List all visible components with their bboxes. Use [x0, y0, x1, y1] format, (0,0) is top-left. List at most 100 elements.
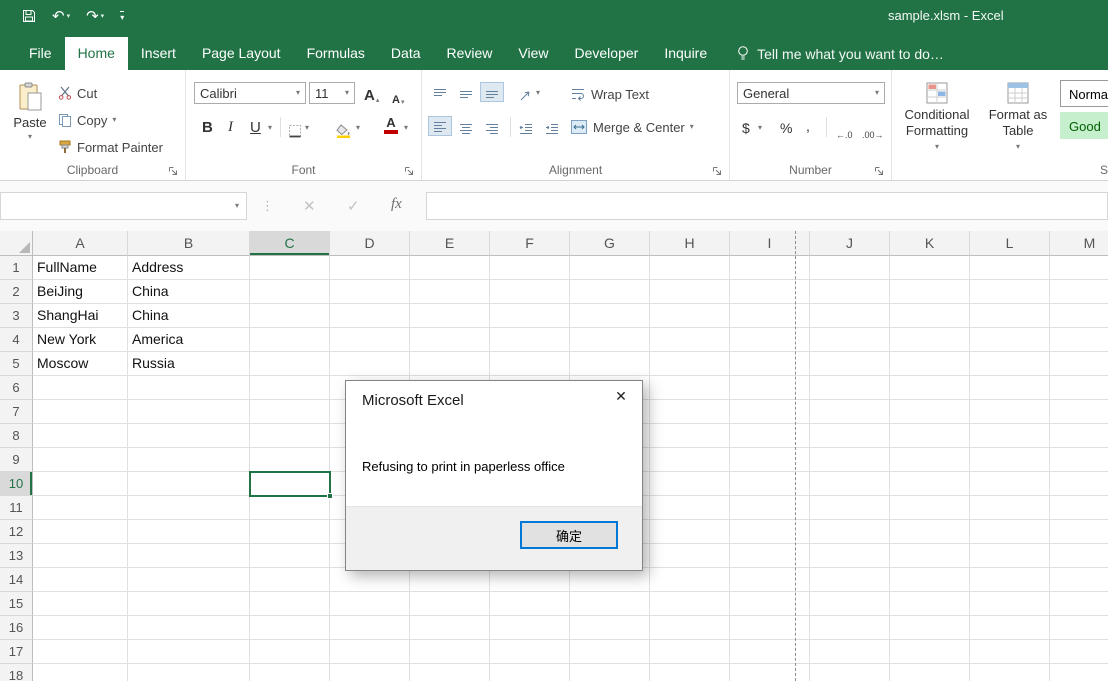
cell-D17[interactable] — [330, 640, 410, 664]
tab-inquire[interactable]: Inquire — [651, 37, 720, 70]
percent-style-button[interactable]: % — [780, 116, 792, 136]
cell-M9[interactable] — [1050, 448, 1108, 472]
cell-E17[interactable] — [410, 640, 490, 664]
cell-M5[interactable] — [1050, 352, 1108, 376]
cell-H15[interactable] — [650, 592, 730, 616]
cell-B6[interactable] — [128, 376, 250, 400]
cell-K14[interactable] — [890, 568, 970, 592]
cell-D18[interactable] — [330, 664, 410, 681]
cell-K11[interactable] — [890, 496, 970, 520]
cell-F18[interactable] — [490, 664, 570, 681]
decrease-indent-button[interactable] — [518, 117, 534, 137]
align-left-button[interactable] — [428, 116, 452, 136]
cell-G18[interactable] — [570, 664, 650, 681]
top-align-button[interactable] — [432, 83, 448, 103]
cell-M18[interactable] — [1050, 664, 1108, 681]
cell-L1[interactable] — [970, 256, 1050, 280]
save-button[interactable] — [22, 9, 36, 23]
customize-quick-access-button[interactable]: ▾ — [120, 11, 124, 22]
tab-view[interactable]: View — [505, 37, 561, 70]
cell-E4[interactable] — [410, 328, 490, 352]
cell-A12[interactable] — [33, 520, 128, 544]
cell-C7[interactable] — [250, 400, 330, 424]
italic-button[interactable]: I — [228, 116, 233, 136]
cell-J1[interactable] — [810, 256, 890, 280]
cell-H3[interactable] — [650, 304, 730, 328]
tell-me-box[interactable]: Tell me what you want to do… — [736, 37, 944, 70]
column-header-I[interactable]: I — [730, 231, 810, 256]
column-header-M[interactable]: M — [1050, 231, 1108, 256]
cell-M7[interactable] — [1050, 400, 1108, 424]
cell-M8[interactable] — [1050, 424, 1108, 448]
cell-H16[interactable] — [650, 616, 730, 640]
cell-E15[interactable] — [410, 592, 490, 616]
tab-home[interactable]: Home — [65, 37, 128, 70]
tab-page-layout[interactable]: Page Layout — [189, 37, 294, 70]
cell-L16[interactable] — [970, 616, 1050, 640]
cell-C11[interactable] — [250, 496, 330, 520]
cell-A5[interactable]: Moscow — [33, 352, 128, 376]
cell-L18[interactable] — [970, 664, 1050, 681]
cell-J17[interactable] — [810, 640, 890, 664]
cell-L2[interactable] — [970, 280, 1050, 304]
cell-J12[interactable] — [810, 520, 890, 544]
column-header-E[interactable]: E — [410, 231, 490, 256]
cell-M13[interactable] — [1050, 544, 1108, 568]
orientation-dropdown-icon[interactable]: ▾ — [536, 89, 540, 97]
cell-I5[interactable] — [730, 352, 810, 376]
cell-K15[interactable] — [890, 592, 970, 616]
cell-A11[interactable] — [33, 496, 128, 520]
cell-G14[interactable] — [570, 568, 650, 592]
cell-F16[interactable] — [490, 616, 570, 640]
increase-indent-button[interactable] — [544, 117, 560, 137]
cell-H2[interactable] — [650, 280, 730, 304]
row-header-15[interactable]: 15 — [0, 592, 33, 616]
cell-F5[interactable] — [490, 352, 570, 376]
cell-E5[interactable] — [410, 352, 490, 376]
cell-D4[interactable] — [330, 328, 410, 352]
orientation-button[interactable] — [518, 83, 534, 103]
cell-L9[interactable] — [970, 448, 1050, 472]
column-header-H[interactable]: H — [650, 231, 730, 256]
cell-E16[interactable] — [410, 616, 490, 640]
row-header-4[interactable]: 4 — [0, 328, 33, 352]
cell-J4[interactable] — [810, 328, 890, 352]
cell-K10[interactable] — [890, 472, 970, 496]
comma-style-button[interactable]: , — [806, 114, 810, 134]
cell-L8[interactable] — [970, 424, 1050, 448]
redo-button[interactable]: ↷ ▾ — [86, 9, 104, 24]
cell-A1[interactable]: FullName — [33, 256, 128, 280]
cell-C17[interactable] — [250, 640, 330, 664]
cell-K5[interactable] — [890, 352, 970, 376]
cell-H14[interactable] — [650, 568, 730, 592]
cell-J8[interactable] — [810, 424, 890, 448]
column-header-J[interactable]: J — [810, 231, 890, 256]
number-format-select[interactable]: General ▾ — [737, 82, 885, 104]
row-header-1[interactable]: 1 — [0, 256, 33, 280]
cell-C18[interactable] — [250, 664, 330, 681]
paste-button[interactable]: Paste ▾ — [6, 76, 54, 164]
format-painter-button[interactable]: Format Painter — [58, 136, 163, 158]
decrease-decimal-button[interactable]: .00→ — [862, 120, 884, 140]
cell-J13[interactable] — [810, 544, 890, 568]
row-header-12[interactable]: 12 — [0, 520, 33, 544]
row-header-11[interactable]: 11 — [0, 496, 33, 520]
cell-F3[interactable] — [490, 304, 570, 328]
cell-K1[interactable] — [890, 256, 970, 280]
cell-B18[interactable] — [128, 664, 250, 681]
cell-I15[interactable] — [730, 592, 810, 616]
cell-G2[interactable] — [570, 280, 650, 304]
cell-L15[interactable] — [970, 592, 1050, 616]
column-header-F[interactable]: F — [490, 231, 570, 256]
row-header-5[interactable]: 5 — [0, 352, 33, 376]
tab-developer[interactable]: Developer — [562, 37, 652, 70]
cell-I4[interactable] — [730, 328, 810, 352]
cell-H18[interactable] — [650, 664, 730, 681]
cell-A7[interactable] — [33, 400, 128, 424]
cell-G3[interactable] — [570, 304, 650, 328]
cell-F1[interactable] — [490, 256, 570, 280]
cell-M15[interactable] — [1050, 592, 1108, 616]
cell-G17[interactable] — [570, 640, 650, 664]
row-header-9[interactable]: 9 — [0, 448, 33, 472]
cell-H12[interactable] — [650, 520, 730, 544]
